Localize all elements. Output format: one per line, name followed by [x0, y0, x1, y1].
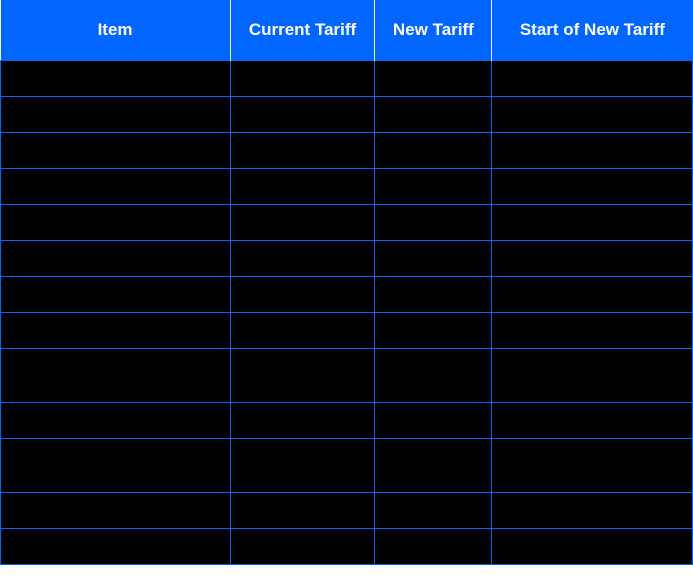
table-cell [230, 133, 375, 169]
table-cell [492, 97, 693, 133]
table-cell [230, 205, 375, 241]
table-cell [1, 349, 231, 403]
table-cell [492, 439, 693, 493]
table-row [1, 493, 693, 529]
table-cell [492, 349, 693, 403]
table-cell [230, 439, 375, 493]
table-cell [1, 205, 231, 241]
table-cell [492, 403, 693, 439]
table-cell [492, 241, 693, 277]
table-cell [375, 277, 492, 313]
table-row [1, 61, 693, 97]
table-body [1, 61, 693, 565]
table-cell [375, 241, 492, 277]
table-row [1, 241, 693, 277]
table-cell [492, 277, 693, 313]
table-cell [492, 61, 693, 97]
table-cell [1, 277, 231, 313]
table-cell [375, 133, 492, 169]
table-cell [230, 169, 375, 205]
table-cell [1, 403, 231, 439]
table-cell [1, 493, 231, 529]
table-cell [1, 133, 231, 169]
table-cell [1, 529, 231, 565]
table-cell [1, 61, 231, 97]
table-cell [492, 493, 693, 529]
header-start-new-tariff: Start of New Tariff [492, 0, 693, 61]
header-new-tariff: New Tariff [375, 0, 492, 61]
table-row [1, 403, 693, 439]
table-cell [230, 493, 375, 529]
table-cell [375, 349, 492, 403]
table-cell [492, 205, 693, 241]
table-cell [375, 403, 492, 439]
table-cell [1, 241, 231, 277]
table-row [1, 439, 693, 493]
table-cell [375, 61, 492, 97]
table-cell [375, 97, 492, 133]
table-cell [1, 169, 231, 205]
table-cell [1, 313, 231, 349]
table-row [1, 529, 693, 565]
header-current-tariff: Current Tariff [230, 0, 375, 61]
table-cell [230, 313, 375, 349]
tariff-table-container: Item Current Tariff New Tariff Start of … [0, 0, 693, 565]
table-row [1, 169, 693, 205]
table-cell [230, 529, 375, 565]
table-cell [375, 205, 492, 241]
table-cell [492, 529, 693, 565]
table-row [1, 313, 693, 349]
table-cell [230, 61, 375, 97]
header-row: Item Current Tariff New Tariff Start of … [1, 0, 693, 61]
table-row [1, 205, 693, 241]
table-cell [1, 439, 231, 493]
table-row [1, 349, 693, 403]
table-cell [230, 241, 375, 277]
table-cell [375, 439, 492, 493]
table-row [1, 277, 693, 313]
table-cell [1, 97, 231, 133]
table-cell [375, 313, 492, 349]
table-row [1, 133, 693, 169]
table-cell [230, 97, 375, 133]
table-cell [375, 493, 492, 529]
table-row [1, 97, 693, 133]
table-cell [375, 529, 492, 565]
table-cell [492, 313, 693, 349]
header-item: Item [1, 0, 231, 61]
table-cell [230, 349, 375, 403]
table-cell [230, 403, 375, 439]
tariff-table: Item Current Tariff New Tariff Start of … [0, 0, 693, 565]
table-cell [492, 133, 693, 169]
table-header: Item Current Tariff New Tariff Start of … [1, 0, 693, 61]
table-cell [492, 169, 693, 205]
table-cell [230, 277, 375, 313]
table-cell [375, 169, 492, 205]
